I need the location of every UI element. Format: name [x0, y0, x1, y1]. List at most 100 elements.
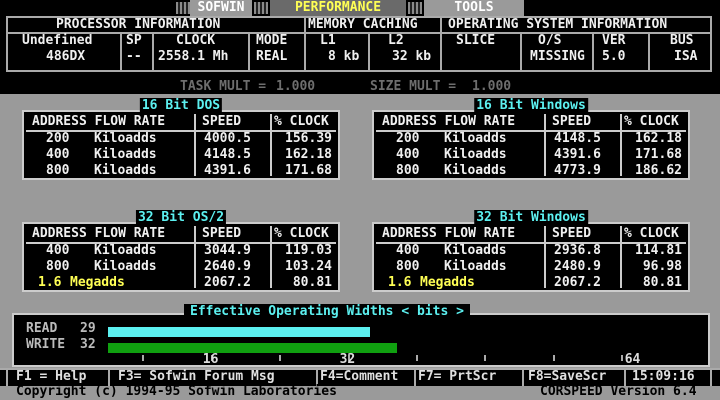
- ver-label: VER: [602, 33, 626, 48]
- result-table: ADDRESS FLOW RATE SPEED % CLOCK 200 Kiloadds…: [22, 110, 340, 180]
- cell-unit: Kiloadds: [444, 131, 507, 146]
- cell-amount: 1.6: [38, 275, 62, 290]
- cell-speed: 2480.9: [554, 259, 601, 274]
- column-header: SPEED: [202, 226, 242, 241]
- os-value: MISSING: [530, 49, 585, 64]
- scale-tick: [142, 355, 145, 361]
- column-header: SPEED: [552, 226, 592, 241]
- cell-speed: 2936.8: [554, 243, 601, 258]
- clock-value: 2558.1 Mh: [158, 49, 229, 64]
- cell-speed: 4773.9: [554, 163, 601, 178]
- scale-tick: [621, 355, 624, 361]
- os-label: O/S: [538, 33, 562, 48]
- cell-clock: 162.18: [285, 147, 332, 162]
- column-header: ADDRESS FLOW RATE: [32, 226, 166, 241]
- sp-label: SP: [126, 33, 142, 48]
- cell-clock: 103.24: [285, 259, 332, 274]
- cell-speed: 3044.9: [204, 243, 251, 258]
- hatch-decoration-icon: [408, 2, 422, 14]
- cell-clock: 114.81: [635, 243, 682, 258]
- cell-speed: 4148.5: [204, 147, 251, 162]
- column-divider: [620, 226, 622, 288]
- task-mult-label: TASK MULT =: [180, 79, 267, 94]
- column-divider: [544, 114, 546, 176]
- widths-title: Effective Operating Widths < bits >: [184, 304, 470, 320]
- cell-amount: 800: [46, 163, 70, 178]
- cell-speed: 2640.9: [204, 259, 251, 274]
- cell-clock: 96.98: [642, 259, 682, 274]
- cell-clock: 80.81: [642, 275, 682, 290]
- cell-clock: 162.18: [635, 131, 682, 146]
- cell-clock: 171.68: [635, 147, 682, 162]
- mode-label: MODE: [256, 33, 288, 48]
- cell-clock: 156.39: [285, 131, 332, 146]
- scale-tick: [552, 355, 555, 361]
- menu-performance[interactable]: PERFORMANCE: [270, 0, 406, 16]
- table-title: 16 Bit Windows: [474, 98, 588, 114]
- column-divider: [544, 226, 546, 288]
- cell-unit: Kiloadds: [94, 243, 157, 258]
- f7-prtscr-key[interactable]: F7= PrtScr: [418, 368, 496, 386]
- column-divider: [620, 114, 622, 176]
- scale-tick: [416, 355, 418, 361]
- column-divider: [194, 114, 196, 176]
- hatch-decoration-icon: [254, 2, 268, 14]
- write-label: WRITE: [26, 337, 66, 352]
- column-header: % CLOCK: [624, 114, 679, 129]
- write-value: 32: [80, 337, 96, 352]
- version-text: CORSPEED Version 6.4: [540, 384, 697, 399]
- cell-speed: 4000.5: [204, 131, 251, 146]
- cell-unit: Megadds: [420, 275, 475, 290]
- cell-speed: 4148.5: [554, 131, 601, 146]
- l1-value: 8 kb: [328, 49, 360, 64]
- sp-value: --: [126, 49, 142, 64]
- column-divider: [270, 114, 272, 176]
- corspeed-screen: SOFWIN PERFORMANCE TOOLS PROCESSOR INFOR…: [0, 0, 720, 400]
- table-title: 32 Bit OS/2: [135, 210, 227, 226]
- bus-label: BUS: [670, 33, 694, 48]
- size-mult-value: 1.000: [472, 79, 512, 94]
- operating-widths-box: [12, 313, 710, 367]
- slice-label: SLICE: [456, 33, 496, 48]
- task-mult-value: 1.000: [276, 79, 316, 94]
- column-header: ADDRESS FLOW RATE: [32, 114, 166, 129]
- cpu-type-value: 486DX: [46, 49, 86, 64]
- size-mult-label: SIZE MULT =: [370, 79, 457, 94]
- scale-label: 16: [202, 352, 219, 367]
- result-table: ADDRESS FLOW RATE SPEED % CLOCK 400 Kiloadds…: [22, 222, 340, 292]
- cell-unit: Megadds: [70, 275, 125, 290]
- ver-value: 5.0: [602, 49, 626, 64]
- cell-clock: 186.62: [635, 163, 682, 178]
- memory-caching-header: MEMORY CACHING: [308, 17, 418, 32]
- l1-label: L1: [320, 33, 336, 48]
- top-menu: SOFWIN PERFORMANCE TOOLS: [0, 0, 720, 16]
- result-table: ADDRESS FLOW RATE SPEED % CLOCK 400 Kiloadds…: [372, 222, 690, 292]
- table-title: 32 Bit Windows: [474, 210, 588, 226]
- column-header: % CLOCK: [274, 114, 329, 129]
- menu-sofwin[interactable]: SOFWIN: [190, 0, 252, 16]
- footer: Copyright (c) 1994-95 Sofwin Laboratorie…: [0, 384, 720, 400]
- processor-info-header: PROCESSOR INFORMATION: [56, 17, 221, 32]
- cell-amount: 800: [396, 259, 420, 274]
- result-table: ADDRESS FLOW RATE SPEED % CLOCK 200 Kiloadds…: [372, 110, 690, 180]
- cell-unit: Kiloadds: [94, 259, 157, 274]
- read-value: 29: [80, 321, 96, 336]
- table-title: 16 Bit DOS: [139, 98, 223, 114]
- l2-value: 32 kb: [392, 49, 432, 64]
- scale-tick: [484, 355, 487, 361]
- cell-unit: Kiloadds: [444, 259, 507, 274]
- column-header: SPEED: [552, 114, 592, 129]
- cell-unit: Kiloadds: [444, 243, 507, 258]
- cell-speed: 4391.6: [554, 147, 601, 162]
- bus-value: ISA: [674, 49, 698, 64]
- system-info-box: PROCESSOR INFORMATION MEMORY CACHING OPE…: [6, 16, 712, 72]
- cell-amount: 200: [46, 131, 70, 146]
- cpu-name-label: Undefined: [22, 33, 93, 48]
- cell-unit: Kiloadds: [444, 147, 507, 162]
- scale-label: 32: [339, 352, 356, 367]
- os-info-header: OPERATING SYSTEM INFORMATION: [448, 17, 668, 32]
- hatch-decoration-icon: [176, 2, 190, 14]
- menu-tools[interactable]: TOOLS: [424, 0, 524, 16]
- column-divider: [194, 226, 196, 288]
- cell-unit: Kiloadds: [94, 147, 157, 162]
